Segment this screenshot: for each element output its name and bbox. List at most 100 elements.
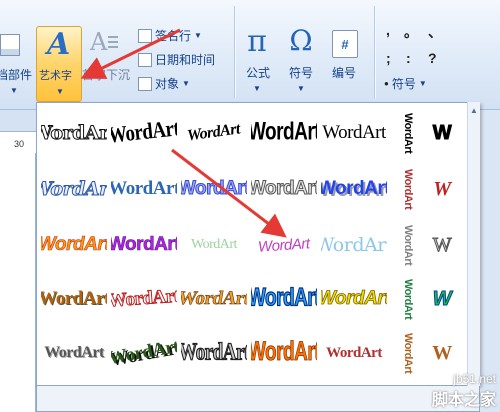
wordart-style-1[interactable]: WordArt [41,107,107,159]
chevron-down-icon: ▼ [194,31,202,40]
wordart-vertical-style-1[interactable]: WordArt [397,107,419,159]
wordart-style-text: WordArt [111,285,177,312]
wordart-style-10[interactable]: WordArt [321,163,387,215]
date-time-item[interactable]: 日期和时间 [138,51,215,68]
wordart-w-style-4[interactable]: W [425,273,459,325]
drop-cap-label: 首字下沉 [82,68,131,82]
wordart-style-22[interactable]: WordArt [111,327,177,379]
wordart-style-text: WordArt [181,338,247,367]
wordart-style-21[interactable]: WordArt [41,327,107,379]
chevron-down-icon: ▼ [253,84,261,93]
document-area[interactable] [0,153,36,412]
wordart-style-25[interactable]: WordArt [321,327,387,379]
wordart-style-23[interactable]: WordArt [181,327,247,379]
wordart-style-text: WordArt [181,288,247,310]
number-icon: # [332,30,358,58]
wordart-style-text: WordArt [41,178,107,201]
equation-label: 公式 [246,66,271,80]
wordart-w-text: W [432,287,452,310]
wordart-style-text: WordArt [322,122,386,143]
wordart-style-11[interactable]: WordArt [41,219,107,271]
signature-line-item[interactable]: 签名行 ▼ [138,27,202,44]
symbol-label: 符号 [289,66,314,80]
signature-line-label: 签名行 [155,29,192,43]
chevron-down-icon: ▼ [297,84,305,93]
punct-period[interactable]: 。 [404,22,418,42]
omega-icon: Ω [289,24,313,57]
wordart-style-text: WordArt [321,288,387,310]
drop-cap-icon: A [90,28,118,58]
wordart-vertical-style-5[interactable]: WordArt [397,327,419,379]
wordart-style-text: WordArt [181,178,247,200]
wordart-style-5[interactable]: WordArt [321,107,387,159]
wordart-style-14[interactable]: WordArt [251,219,317,271]
wordart-style-17[interactable]: WordArt [111,273,177,325]
wordart-style-text: WordArt [251,337,317,367]
equation-button[interactable]: π 公式 ▼ [240,24,274,100]
punct-comma[interactable]: , [386,22,390,38]
wordart-style-19[interactable]: WordArt [251,273,317,325]
wordart-vertical-style-3[interactable]: WordArt [397,219,419,271]
wordart-w-text: W [432,233,452,256]
ruler-band [0,110,36,131]
symbol-button[interactable]: Ω 符号 ▼ [284,24,318,100]
wordart-style-text: WordArt [321,234,387,256]
wordart-style-15[interactable]: WordArt [321,219,387,271]
wordart-vertical-style-4[interactable]: WordArt [397,273,419,325]
chevron-down-icon: ▼ [10,86,18,95]
window-edge [480,110,500,412]
wordart-style-8[interactable]: WordArt [181,163,247,215]
drop-cap-button[interactable]: A 首字下沉 [82,26,134,102]
punct-symbol-item[interactable]: ● 符号 ▼ [384,75,427,92]
wordart-style-13[interactable]: WordArt [181,219,247,271]
punct-colon[interactable]: : [406,50,411,66]
wordart-style-18[interactable]: WordArt [181,273,247,325]
wordart-w-text: W [432,341,452,364]
object-item[interactable]: 对象 ▼ [138,75,190,92]
wordart-style-20[interactable]: WordArt [321,273,387,325]
object-icon [138,76,152,91]
wordart-style-text: WordArt [44,344,104,361]
wordart-style-text: WordArt [326,344,382,361]
wordart-style-text: WordArt [251,178,317,200]
wordart-style-7[interactable]: WordArt [111,163,177,215]
quick-parts-button[interactable]: 档部件 ▼ [0,26,34,102]
punct-semicolon[interactable]: ; [386,50,391,66]
wordart-w-style-2[interactable]: W [425,163,459,215]
wordart-style-9[interactable]: WordArt [251,163,317,215]
wordart-style-3[interactable]: WordArt [181,107,247,159]
punct-question[interactable]: ? [428,50,437,66]
wordart-style-24[interactable]: WordArt [251,327,317,379]
wordart-style-text: WordArt [321,178,387,199]
wordart-w-text: W [432,121,452,144]
wordart-style-4[interactable]: WordArt [251,107,317,159]
object-label: 对象 [155,77,180,91]
watermark-name: 脚本之家 [431,392,496,409]
gallery-scrollbar[interactable]: ▲ [467,102,480,386]
wordart-vertical-style-2[interactable]: WordArt [397,163,419,215]
wordart-style-6[interactable]: WordArt [41,163,107,215]
scroll-up-icon[interactable]: ▲ [470,106,478,115]
wordart-style-text: WordArt [41,288,107,309]
wordart-w-style-1[interactable]: W [425,107,459,159]
wordart-style-2[interactable]: WordArt [111,107,177,159]
wordart-w-style-3[interactable]: W [425,219,459,271]
horizontal-ruler: 30 [0,131,36,153]
watermark: jb51.net 脚本之家 [432,372,496,410]
wordart-style-16[interactable]: WordArt [41,273,107,325]
wordart-style-text: WordArt [111,116,177,149]
gallery-footer [36,386,480,412]
wordart-vertical-text: WordArt [402,278,414,320]
number-label: 编号 [332,66,357,80]
punct-enum-comma[interactable]: 、 [428,22,442,42]
wordart-button[interactable]: A 艺术字 ▼ [36,26,82,102]
wordart-label: 艺术字 [39,70,72,82]
wordart-style-text: WordArt [41,122,107,145]
wordart-vertical-text: WordArt [402,224,414,266]
wordart-vertical-text: WordArt [402,168,414,210]
wordart-style-12[interactable]: WordArt [111,219,177,271]
wordart-style-text: WordArt [186,120,242,145]
number-button[interactable]: # 编号 [328,28,362,104]
wordart-style-text: WordArt [111,234,177,256]
chevron-down-icon: ▼ [56,87,64,96]
